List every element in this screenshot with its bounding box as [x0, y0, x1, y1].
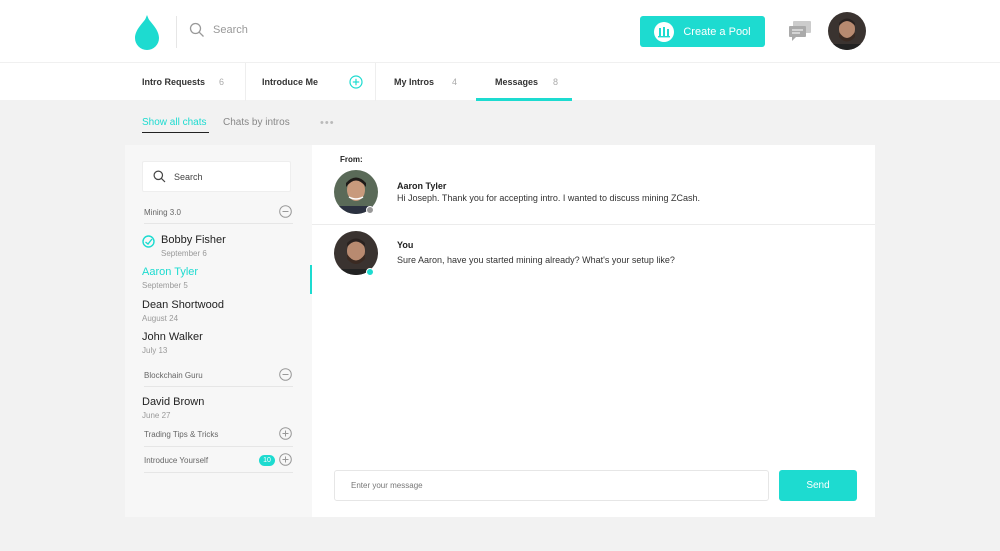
contact-date: August 24	[142, 314, 179, 323]
chat-bubbles-icon[interactable]	[788, 20, 812, 42]
chat-panel: From: Aaron Tyler Hi Joseph. Thank you f…	[312, 145, 875, 517]
group-divider	[144, 446, 293, 447]
contact-name[interactable]: David Brown	[142, 396, 204, 408]
active-subtab-underline	[142, 132, 209, 133]
create-pool-button[interactable]: Create a Pool	[640, 16, 765, 47]
offline-status-dot	[366, 206, 374, 214]
header-search-input[interactable]	[213, 24, 363, 36]
contact-name[interactable]: John Walker	[142, 331, 203, 343]
message-input[interactable]	[334, 470, 769, 501]
online-status-dot	[366, 268, 374, 276]
sidebar-search[interactable]	[142, 161, 291, 192]
expand-group-icon[interactable]	[279, 453, 292, 466]
collapse-group-icon[interactable]	[279, 368, 292, 381]
subtab-chats-by-intros[interactable]: Chats by intros	[223, 117, 290, 128]
more-options-icon[interactable]: •••	[320, 117, 335, 129]
header-search[interactable]	[189, 22, 363, 38]
water-drop-icon[interactable]	[133, 14, 161, 50]
tab-label: Introduce Me	[262, 77, 319, 87]
user-avatar[interactable]	[828, 12, 866, 50]
pool-icon	[654, 21, 675, 42]
tab-label: My Intros	[394, 77, 435, 87]
message-divider	[312, 224, 875, 225]
header-divider	[176, 16, 177, 48]
group-label: Introduce Yourself	[144, 456, 209, 465]
group-divider	[144, 223, 293, 224]
contact-name-active[interactable]: Aaron Tyler	[142, 266, 198, 278]
group-label: Mining 3.0	[144, 208, 181, 217]
chat-sidebar: Mining 3.0 Bobby Fisher September 6 Aaro…	[125, 145, 312, 517]
create-pool-label: Create a Pool	[683, 25, 751, 38]
tab-label: Messages	[495, 77, 539, 87]
tab-count: 6	[219, 77, 225, 87]
message-text: Sure Aaron, have you started mining alre…	[397, 255, 675, 265]
tab-count: 4	[452, 77, 458, 87]
tab-my-intros[interactable]: My Intros 4	[394, 63, 457, 101]
contact-date: June 27	[142, 411, 171, 420]
group-label: Blockchain Guru	[144, 371, 203, 380]
send-button[interactable]: Send	[779, 470, 857, 501]
contact-date: July 13	[142, 346, 168, 355]
add-circle-icon[interactable]	[349, 75, 363, 89]
from-label: From:	[340, 155, 363, 164]
collapse-group-icon[interactable]	[279, 205, 292, 218]
contact-name[interactable]: Bobby Fisher	[161, 234, 226, 246]
expand-group-icon[interactable]	[279, 427, 292, 440]
tab-divider	[245, 63, 246, 101]
unread-count-badge: 10	[259, 455, 275, 466]
tab-count: 8	[553, 77, 559, 87]
active-tab-indicator	[476, 98, 572, 101]
sidebar-search-input[interactable]	[174, 171, 284, 182]
contact-date: September 6	[161, 249, 207, 258]
message-sender: You	[397, 240, 414, 250]
search-icon	[153, 170, 166, 183]
tab-introduce-me[interactable]: Introduce Me	[262, 63, 318, 101]
contact-name[interactable]: Dean Shortwood	[142, 299, 224, 311]
contact-date: September 5	[142, 281, 188, 290]
message-text: Hi Joseph. Thank you for accepting intro…	[397, 193, 700, 203]
group-label: Trading Tips & Tricks	[144, 430, 219, 439]
subtab-show-all-chats[interactable]: Show all chats	[142, 117, 206, 128]
group-divider	[144, 386, 293, 387]
tab-label: Intro Requests	[142, 77, 206, 87]
tab-divider	[375, 63, 376, 101]
main-tabs: Intro Requests 6 Introduce Me My Intros …	[0, 62, 1000, 101]
top-bar: Create a Pool	[0, 0, 1000, 62]
message-sender: Aaron Tyler	[397, 181, 447, 191]
tab-intro-requests[interactable]: Intro Requests 6	[142, 63, 224, 101]
group-divider	[144, 472, 293, 473]
connection-icon	[142, 235, 155, 248]
tab-messages[interactable]: Messages 8	[495, 63, 558, 101]
search-icon	[189, 22, 204, 37]
